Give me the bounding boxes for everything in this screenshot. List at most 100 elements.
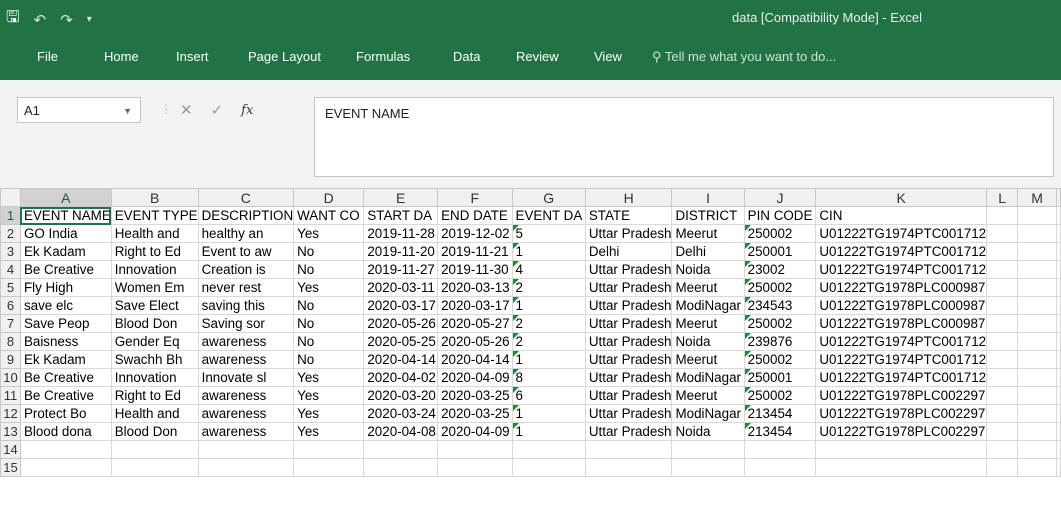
cell-i10[interactable]: ModiNagar bbox=[671, 368, 745, 387]
cell-c9[interactable]: awareness bbox=[197, 350, 295, 369]
cell-overflow[interactable] bbox=[1056, 422, 1061, 441]
cell-l15[interactable] bbox=[986, 458, 1019, 477]
cell-b15[interactable] bbox=[110, 458, 199, 477]
cell-g3[interactable]: 1 bbox=[511, 242, 586, 261]
grip-icon[interactable]: ⋮ bbox=[160, 102, 172, 116]
cell-e5[interactable]: 2020-03-11 bbox=[363, 278, 439, 297]
cell-overflow[interactable] bbox=[1056, 278, 1061, 297]
cell-i2[interactable]: Meerut bbox=[671, 224, 745, 243]
cell-f14[interactable] bbox=[437, 440, 513, 459]
cell-a10[interactable]: Be Creative bbox=[19, 368, 112, 387]
cell-k3[interactable]: U01222TG1974PTC001712 bbox=[815, 242, 988, 261]
cell-b4[interactable]: Innovation bbox=[110, 260, 199, 279]
cell-i5[interactable]: Meerut bbox=[671, 278, 745, 297]
cell-k2[interactable]: U01222TG1974PTC001712 bbox=[815, 224, 988, 243]
cell-j1[interactable]: PIN CODE bbox=[743, 206, 817, 225]
cell-l3[interactable] bbox=[986, 242, 1019, 261]
cell-c10[interactable]: Innovate sl bbox=[197, 368, 295, 387]
cell-l12[interactable] bbox=[986, 404, 1019, 423]
tab-page-layout[interactable]: Page Layout bbox=[248, 49, 321, 64]
cell-b3[interactable]: Right to Ed bbox=[110, 242, 199, 261]
cell-e7[interactable]: 2020-05-26 bbox=[363, 314, 439, 333]
cell-i12[interactable]: ModiNagar bbox=[671, 404, 745, 423]
cell-h6[interactable]: Uttar Pradesh bbox=[584, 296, 673, 315]
cell-c5[interactable]: never rest bbox=[197, 278, 295, 297]
cell-h9[interactable]: Uttar Pradesh bbox=[584, 350, 673, 369]
cell-overflow[interactable] bbox=[1056, 314, 1061, 333]
row-header[interactable]: 14 bbox=[0, 440, 21, 459]
cell-i7[interactable]: Meerut bbox=[671, 314, 745, 333]
row-header[interactable]: 1 bbox=[0, 206, 21, 225]
cell-c8[interactable]: awareness bbox=[197, 332, 295, 351]
cell-overflow[interactable] bbox=[1056, 332, 1061, 351]
cell-h13[interactable]: Uttar Pradesh bbox=[584, 422, 673, 441]
cell-k8[interactable]: U01222TG1974PTC001712 bbox=[815, 332, 988, 351]
row-header[interactable]: 3 bbox=[0, 242, 21, 261]
cell-l11[interactable] bbox=[986, 386, 1019, 405]
cell-i4[interactable]: Noida bbox=[671, 260, 745, 279]
cell-c1[interactable]: DESCRIPTION bbox=[197, 206, 295, 225]
cell-f1[interactable]: END DATE bbox=[437, 206, 513, 225]
cell-b14[interactable] bbox=[110, 440, 199, 459]
cell-f7[interactable]: 2020-05-27 bbox=[437, 314, 513, 333]
tab-file[interactable]: File bbox=[37, 49, 58, 64]
column-header-f[interactable]: F bbox=[437, 188, 513, 207]
cell-m5[interactable] bbox=[1017, 278, 1057, 297]
cell-m3[interactable] bbox=[1017, 242, 1057, 261]
cell-j9[interactable]: 250002 bbox=[743, 350, 817, 369]
cell-f2[interactable]: 2019-12-02 bbox=[437, 224, 513, 243]
cell-k7[interactable]: U01222TG1978PLC000987 bbox=[815, 314, 988, 333]
cell-j4[interactable]: 23002 bbox=[743, 260, 817, 279]
cell-d12[interactable]: Yes bbox=[293, 404, 365, 423]
cell-h2[interactable]: Uttar Pradesh bbox=[584, 224, 673, 243]
cell-a3[interactable]: Ek Kadam bbox=[19, 242, 112, 261]
cell-i13[interactable]: Noida bbox=[671, 422, 745, 441]
cell-i3[interactable]: Delhi bbox=[671, 242, 745, 261]
cell-e9[interactable]: 2020-04-14 bbox=[363, 350, 439, 369]
column-header-j[interactable]: J bbox=[743, 188, 817, 207]
cell-k1[interactable]: CIN bbox=[815, 206, 988, 225]
cell-d6[interactable]: No bbox=[293, 296, 365, 315]
cell-k11[interactable]: U01222TG1978PLC002297 bbox=[815, 386, 988, 405]
tab-home[interactable]: Home bbox=[104, 49, 139, 64]
cell-f3[interactable]: 2019-11-21 bbox=[437, 242, 513, 261]
cell-j3[interactable]: 250001 bbox=[743, 242, 817, 261]
cell-c6[interactable]: saving this bbox=[197, 296, 295, 315]
tab-formulas[interactable]: Formulas bbox=[356, 49, 410, 64]
cell-e14[interactable] bbox=[363, 440, 439, 459]
cell-g8[interactable]: 2 bbox=[511, 332, 586, 351]
cell-j2[interactable]: 250002 bbox=[743, 224, 817, 243]
cell-e8[interactable]: 2020-05-25 bbox=[363, 332, 439, 351]
cell-m11[interactable] bbox=[1017, 386, 1057, 405]
cell-h4[interactable]: Uttar Pradesh bbox=[584, 260, 673, 279]
cell-k13[interactable]: U01222TG1978PLC002297 bbox=[815, 422, 988, 441]
tab-view[interactable]: View bbox=[594, 49, 622, 64]
column-header-k[interactable]: K bbox=[815, 188, 988, 207]
cell-k4[interactable]: U01222TG1974PTC001712 bbox=[815, 260, 988, 279]
cell-j11[interactable]: 250002 bbox=[743, 386, 817, 405]
cell-b7[interactable]: Blood Don bbox=[110, 314, 199, 333]
column-header-g[interactable]: G bbox=[511, 188, 586, 207]
cell-d1[interactable]: WANT CO bbox=[293, 206, 365, 225]
cell-a9[interactable]: Ek Kadam bbox=[19, 350, 112, 369]
cell-overflow[interactable] bbox=[1056, 206, 1061, 225]
cell-b12[interactable]: Health and bbox=[110, 404, 199, 423]
cell-c4[interactable]: Creation is bbox=[197, 260, 295, 279]
row-header[interactable]: 10 bbox=[0, 368, 21, 387]
cell-g11[interactable]: 6 bbox=[511, 386, 586, 405]
cell-k6[interactable]: U01222TG1978PLC000987 bbox=[815, 296, 988, 315]
cell-j5[interactable]: 250002 bbox=[743, 278, 817, 297]
column-header-d[interactable]: D bbox=[293, 188, 365, 207]
cell-m13[interactable] bbox=[1017, 422, 1057, 441]
cell-i6[interactable]: ModiNagar bbox=[671, 296, 745, 315]
cell-d7[interactable]: No bbox=[293, 314, 365, 333]
cell-a13[interactable]: Blood dona bbox=[19, 422, 112, 441]
row-header[interactable]: 9 bbox=[0, 350, 21, 369]
cell-g12[interactable]: 1 bbox=[511, 404, 586, 423]
cell-f10[interactable]: 2020-04-09 bbox=[437, 368, 513, 387]
column-header-a[interactable]: A bbox=[19, 188, 112, 207]
cell-d5[interactable]: Yes bbox=[293, 278, 365, 297]
cell-h5[interactable]: Uttar Pradesh bbox=[584, 278, 673, 297]
cell-m1[interactable] bbox=[1017, 206, 1057, 225]
cell-i8[interactable]: Noida bbox=[671, 332, 745, 351]
